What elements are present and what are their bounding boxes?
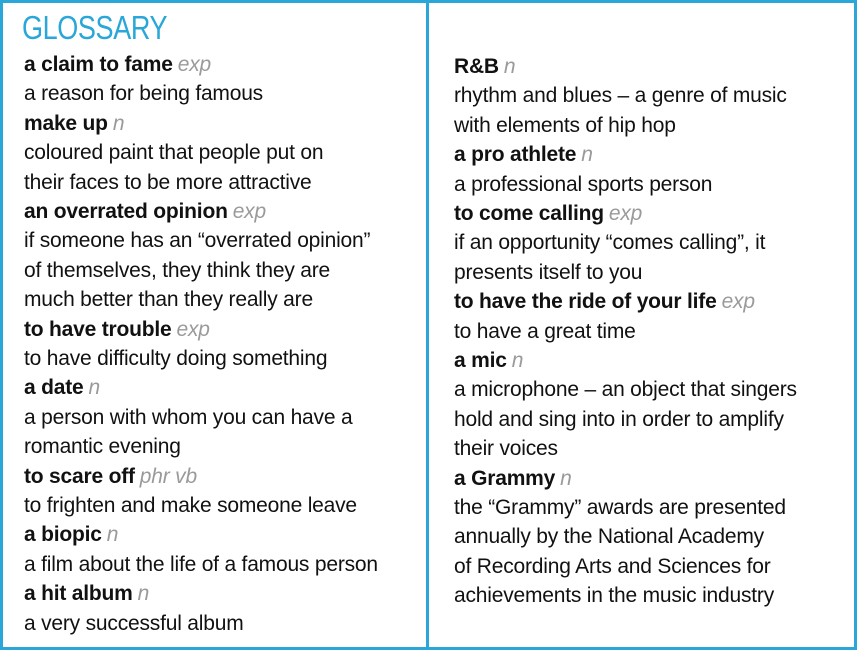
glossary-term-line: an overrated opinion exp — [24, 197, 266, 226]
part-of-speech: n — [137, 582, 150, 606]
glossary-term-line: R&B n — [454, 52, 516, 81]
part-of-speech: n — [503, 55, 516, 78]
glossary-definition-line: a very successful album — [24, 611, 244, 635]
glossary-term-line: a mic n — [454, 346, 523, 375]
glossary-definition-line: achievements in the music industry — [454, 584, 775, 608]
glossary-term: R&B — [454, 55, 499, 78]
glossary-definition-line: a microphone – an object that singers — [454, 378, 797, 402]
glossary-term: to have trouble — [24, 317, 172, 341]
part-of-speech: exp — [232, 200, 266, 223]
glossary-definition-line: their voices — [454, 437, 558, 461]
part-of-speech: n — [88, 376, 101, 400]
glossary-term: a pro athlete — [454, 143, 577, 167]
glossary-definition-line: if an opportunity “comes calling”, it — [454, 231, 766, 255]
glossary-definition-line: of Recording Arts and Sciences for — [454, 554, 771, 578]
glossary-term-line: to have trouble exp — [24, 315, 210, 344]
glossary-definition-line: a professional sports person — [454, 172, 713, 196]
part-of-speech: n — [511, 349, 524, 372]
glossary-definition-line: to have a great time — [454, 319, 636, 343]
glossary-definition-line: romantic evening — [24, 435, 181, 459]
glossary-term: an overrated opinion — [24, 200, 228, 223]
glossary-term-line: a Grammy n — [454, 464, 572, 493]
glossary-definition-line: to have difficulty doing something — [24, 347, 328, 370]
glossary-definition-line: much better than they really are — [24, 288, 313, 312]
glossary-term: make up — [24, 111, 108, 135]
glossary-definition-line: with elements of hip hop — [454, 113, 676, 137]
glossary-definition-line: rhythm and blues – a genre of music — [454, 84, 787, 108]
glossary-term-line: to come calling exp — [454, 199, 642, 228]
glossary-term: a claim to fame — [24, 53, 173, 76]
part-of-speech: n — [112, 111, 125, 135]
glossary-title: GLOSSARY — [22, 9, 168, 46]
glossary-definition-line: their faces to be more attractive — [24, 170, 312, 194]
glossary-definition-line: presents itself to you — [454, 260, 643, 284]
glossary-term: a date — [24, 376, 84, 400]
glossary-term-line: to have the ride of your life exp — [454, 287, 755, 316]
glossary-term: to come calling — [454, 202, 604, 225]
glossary-term-line: a hit album n — [24, 579, 149, 608]
glossary-definition-line: annually by the National Academy — [454, 525, 764, 549]
part-of-speech: exp — [177, 53, 211, 76]
glossary-term-line: make up n — [24, 109, 125, 138]
glossary-definition-line: a person with whom you can have a — [24, 405, 353, 429]
glossary-term-line: a claim to fame exp — [24, 50, 211, 79]
glossary-term-line: a pro athlete n — [454, 140, 593, 169]
glossary-term: a biopic — [24, 523, 102, 547]
part-of-speech: n — [106, 523, 119, 547]
glossary-term: a hit album — [24, 582, 133, 606]
glossary-term: a Grammy — [454, 466, 556, 490]
glossary-definition-line: a film about the life of a famous person — [24, 552, 378, 576]
glossary-definition-line: coloured paint that people put on — [24, 141, 324, 165]
glossary-definition-line: to frighten and make someone leave — [24, 494, 357, 517]
part-of-speech: phr vb — [139, 464, 197, 488]
part-of-speech: exp — [176, 317, 210, 341]
glossary-term-line: a date n — [24, 373, 100, 402]
glossary-definition-line: hold and sing into in order to amplify — [454, 407, 784, 431]
part-of-speech: exp — [721, 290, 755, 314]
column-divider — [426, 0, 429, 650]
glossary-term: to scare off — [24, 464, 135, 488]
glossary-definition-line: the “Grammy” awards are presented — [454, 496, 786, 519]
part-of-speech: exp — [608, 202, 643, 225]
glossary-term-line: a biopic n — [24, 520, 118, 549]
part-of-speech: n — [560, 466, 572, 490]
glossary-definition-line: if someone has an “overrated opinion” — [24, 229, 371, 253]
glossary-term-line: to scare off phr vb — [24, 462, 197, 491]
glossary-definition-line: of themselves, they think they are — [24, 258, 331, 282]
glossary-term: to have the ride of your life — [454, 290, 717, 314]
glossary-term: a mic — [454, 349, 507, 372]
glossary-definition-line: a reason for being famous — [24, 82, 263, 106]
part-of-speech: n — [581, 143, 593, 167]
